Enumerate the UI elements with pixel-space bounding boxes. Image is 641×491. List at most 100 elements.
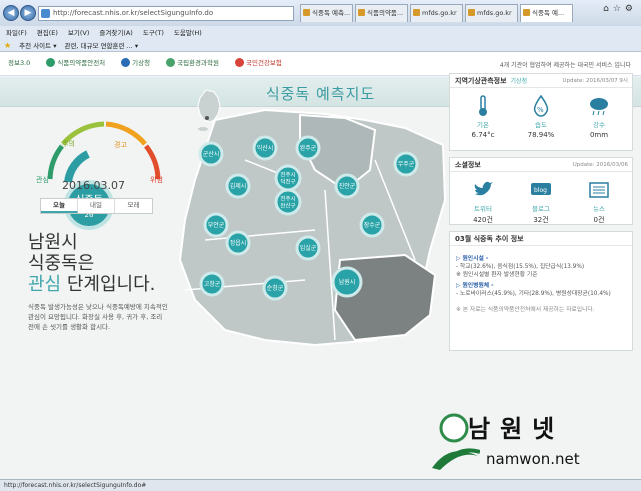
twitter-icon <box>458 178 508 202</box>
region-label: 전주시 <box>280 171 295 179</box>
level-label-1: 관심 <box>36 175 49 184</box>
headline-level: 관심 <box>28 274 62 295</box>
advisory-text: 식중독 발생가능성은 낮으나 식중독예방에 지속적인 관심이 요망됩니다. 화장… <box>28 303 168 331</box>
tab-1[interactable]: 식중독 예측... <box>300 4 353 22</box>
thermometer-icon <box>458 94 508 118</box>
headline: 남원시 식중독은 관심 단계입니다. <box>28 232 155 295</box>
social-twitter[interactable]: 트위터 420건 <box>458 178 508 225</box>
region-label: 순창군 <box>267 284 284 292</box>
day-tabs: 오늘 내일 모레 <box>40 198 153 214</box>
logo-gov30[interactable]: 정보3.0 <box>8 57 30 67</box>
region-label: 부안군 <box>208 221 225 229</box>
right-panels: 지역기상관측정보 기상청 Update: 2016/03/07 9시 기온 6.74… <box>449 73 633 357</box>
menu-view[interactable]: 보기(V) <box>68 27 89 38</box>
favorites-bar: ★ 추천 사이트 ▾ 관련, 대규모 연합훈련 ... ▾ <box>0 39 138 51</box>
region-label: 완산구 <box>280 202 295 210</box>
status-bar: http://forecast.nhis.or.kr/selectSigungu… <box>0 479 641 491</box>
social-panel: 소셜정보 Update: 2016/03/06 트위터 420건 blog 블로그… <box>449 157 633 225</box>
tab-favicon <box>303 9 310 16</box>
service-notice: 4개 기관이 협업하여 제공하는 대국민 서비스 입니다 <box>499 62 631 69</box>
tab-2[interactable]: 식품의약품... <box>355 4 408 22</box>
trend-footnote: ※ 본 자료는 식품의약품안전처에서 제공하는 자료입니다. <box>456 307 595 313</box>
tab-favicon <box>413 9 420 16</box>
rain-icon <box>574 94 624 118</box>
weather-panel: 지역기상관측정보 기상청 Update: 2016/03/07 9시 기온 6.74… <box>449 73 633 151</box>
region-label: 무주군 <box>398 161 415 168</box>
address-bar[interactable]: http://forecast.nhis.or.kr/selectSigungu… <box>38 6 294 21</box>
logo-nier[interactable]: 국립환경과학원 <box>166 57 219 67</box>
tab-favicon <box>468 9 475 16</box>
trend-category-facility: ▷ 원인시설 - <box>456 256 489 262</box>
region-label: 정읍시 <box>230 240 247 247</box>
region-label: 전주시 <box>280 195 295 203</box>
menu-edit[interactable]: 편집(E) <box>37 27 58 38</box>
headline-level-line: 관심 단계입니다. <box>28 274 156 295</box>
tab-5-active[interactable]: 식중독 예... <box>520 4 573 22</box>
back-button[interactable]: ◀ <box>3 5 19 21</box>
tab-day-after[interactable]: 모레 <box>115 199 152 213</box>
logo-mfds[interactable]: 식품의약품안전처 <box>46 57 105 67</box>
trend-facility-text: - 학교(32.6%), 음식점(15.5%), 집단급식(13.9%) <box>456 264 585 270</box>
level-label-3: 경고 <box>114 140 127 149</box>
social-blog[interactable]: blog 블로그 32건 <box>516 178 566 225</box>
tab-4[interactable]: mfds.go.kr <box>465 4 518 22</box>
star-icon: ★ <box>4 40 12 50</box>
weather-temperature: 기온 6.74°c <box>458 94 508 139</box>
tab-favicon <box>523 9 530 16</box>
weather-humidity: % 습도 78.94% <box>516 94 566 139</box>
social-items: 트위터 420건 blog 블로그 32건 뉴스 0건 <box>450 172 632 229</box>
menu-favorites[interactable]: 즐겨찾기(A) <box>99 27 132 38</box>
browser-chrome: ◀ ▶ http://forecast.nhis.or.kr/selectSig… <box>0 0 641 52</box>
region-label: 군산시 <box>203 150 220 158</box>
region-label: 익산시 <box>257 144 274 152</box>
risk-gauge: 관심 주의 경고 위험 식중독 26 <box>28 84 178 244</box>
tab-tomorrow[interactable]: 내일 <box>78 199 115 213</box>
watermark-brand: 남원넷 <box>468 415 565 443</box>
tab-3[interactable]: mfds.go.kr <box>410 4 463 22</box>
region-label: 진안군 <box>339 182 356 190</box>
page-icon <box>41 9 50 18</box>
weather-header: 지역기상관측정보 기상청 Update: 2016/03/07 9시 <box>450 74 632 88</box>
svg-text:blog: blog <box>534 187 547 194</box>
humidity-icon: % <box>516 94 566 118</box>
nhis-icon <box>234 57 244 67</box>
trend-pathogen-text: - 노로바이러스(45.9%), 기타(28.9%), 병원성대장균(10.4%… <box>456 291 611 297</box>
trend-header: 03월 식중독 추이 정보 <box>450 232 632 246</box>
weather-items: 기온 6.74°c % 습도 78.94% 강수 0mm <box>450 88 632 143</box>
watermark-url: namwon.net <box>486 450 580 468</box>
menu-tools[interactable]: 도구(T) <box>143 27 164 38</box>
partner-logos: 정보3.0 식품의약품안전처 기상청 국립환경과학원 국민건강보험 <box>8 57 282 67</box>
forward-button[interactable]: ▶ <box>20 5 36 21</box>
region-map: 군산시 익산시 완주군 전주시 덕진구 전주시 완산구 김제시 진안군 무주군 부안군 정읍시 임실군 장… <box>175 100 450 370</box>
region-label: 완주군 <box>300 144 317 152</box>
address-row: ◀ ▶ http://forecast.nhis.or.kr/selectSig… <box>0 0 641 26</box>
region-label: 임실군 <box>300 244 317 252</box>
window-controls[interactable]: ⌂☆⚙ <box>603 4 637 14</box>
fav-item-recommended[interactable]: 추천 사이트 ▾ <box>19 40 56 50</box>
nier-icon <box>166 57 176 67</box>
region-label: 김제시 <box>230 182 247 190</box>
region-label: 남원시 <box>339 278 356 286</box>
social-header: 소셜정보 Update: 2016/03/06 <box>450 158 632 172</box>
social-news[interactable]: 뉴스 0건 <box>574 178 624 225</box>
kma-icon <box>121 57 131 67</box>
tab-strip: 식중독 예측... 식품의약품... mfds.go.kr mfds.go.kr… <box>300 4 575 22</box>
gauge-segment-1 <box>47 144 65 180</box>
tab-favicon <box>358 9 365 16</box>
tab-today[interactable]: 오늘 <box>41 199 78 213</box>
menu-help[interactable]: 도움말(H) <box>174 27 202 38</box>
gauge-indicator <box>64 150 90 183</box>
region-label: 고창군 <box>204 280 221 288</box>
blog-icon: blog <box>516 178 566 202</box>
fav-item-news[interactable]: 관련, 대규모 연합훈련 ... ▾ <box>64 40 138 50</box>
weather-rain: 강수 0mm <box>574 94 624 139</box>
trend-body: ▷ 원인시설 - - 학교(32.6%), 음식점(15.5%), 집단급식(1… <box>450 246 632 322</box>
menu-bar: 파일(F) 편집(E) 보기(V) 즐겨찾기(A) 도구(T) 도움말(H) <box>0 27 202 38</box>
level-label-2: 주의 <box>62 139 75 148</box>
forecast-date: 2016.03.07 <box>62 179 125 192</box>
news-icon <box>574 178 624 202</box>
logo-kma[interactable]: 기상청 <box>121 57 150 67</box>
logo-nhis[interactable]: 국민건강보험 <box>234 57 282 67</box>
gauge-segment-4 <box>143 144 161 180</box>
menu-file[interactable]: 파일(F) <box>6 27 27 38</box>
